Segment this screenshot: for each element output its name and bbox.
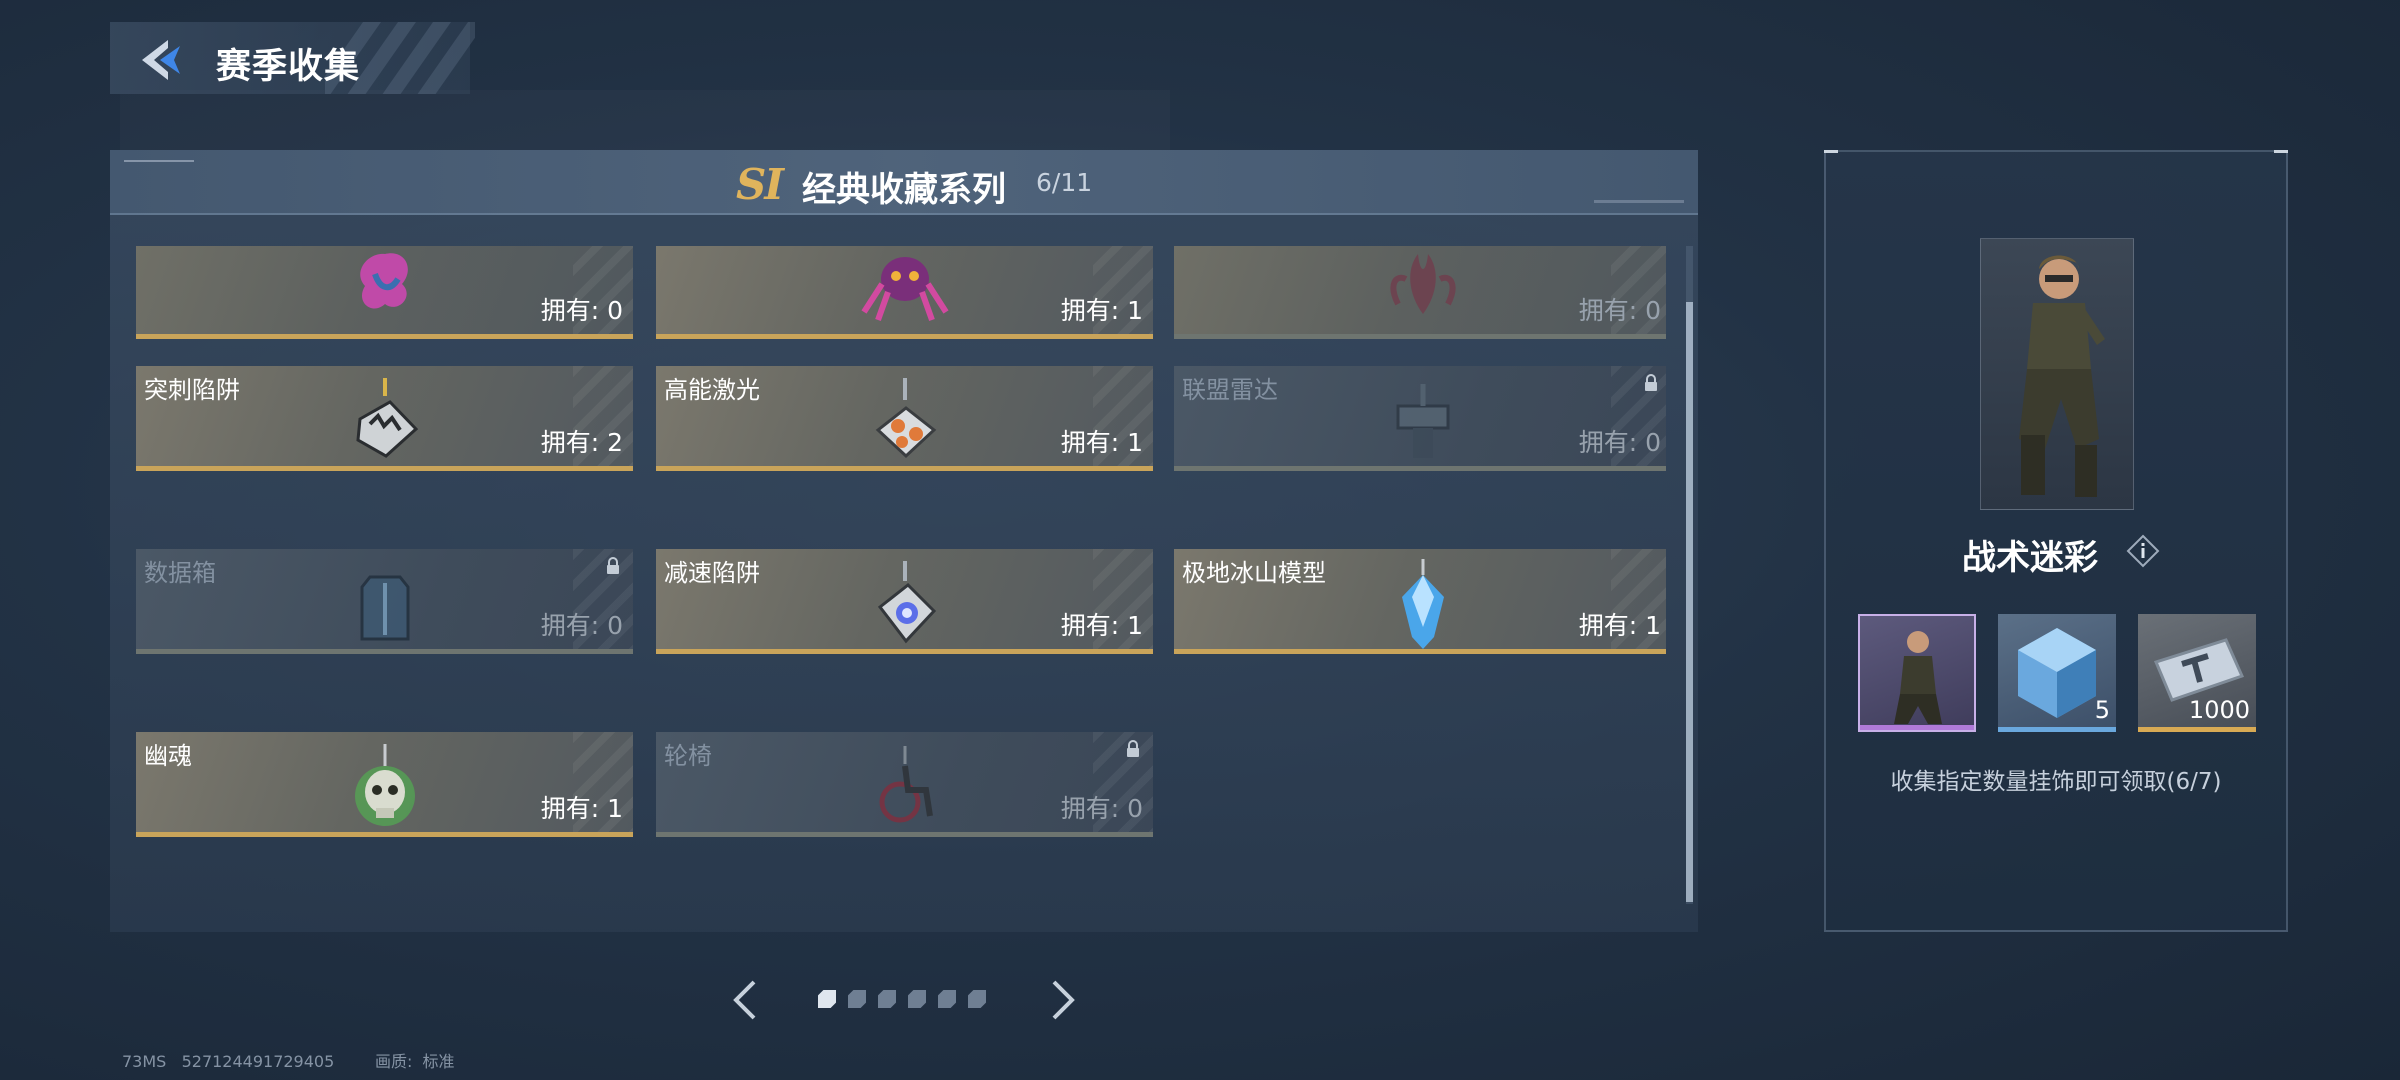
card-progress-bar: [136, 466, 633, 471]
card-progress-bar: [136, 832, 633, 837]
page-dot[interactable]: [878, 990, 896, 1008]
iceberg-icon: [1401, 559, 1444, 649]
owned-count: 拥有: 0: [540, 296, 623, 325]
collection-card[interactable]: 幽魂 拥有: 1: [136, 732, 633, 837]
owned-count: 拥有: 0: [1578, 428, 1661, 457]
series-progress: 6/11: [1036, 168, 1093, 197]
card-progress-bar: [136, 334, 633, 339]
collection-card[interactable]: 突刺陷阱 拥有: 2: [136, 366, 633, 471]
rarity-bar: [1860, 725, 1974, 730]
collection-card[interactable]: 减速陷阱 拥有: 1: [656, 549, 1153, 654]
rarity-bar: [1998, 727, 2116, 732]
owned-count: 拥有: 0: [1578, 296, 1661, 325]
card-name: 极地冰山模型: [1182, 559, 1326, 587]
owned-count: 拥有: 1: [1578, 611, 1661, 640]
spike-trap-icon: [355, 378, 418, 458]
collection-card[interactable]: 极地冰山模型 拥有: 1: [1174, 549, 1666, 654]
page-indicator: [818, 990, 986, 1010]
card-progress-bar: [656, 832, 1153, 837]
chevron-left-icon[interactable]: [728, 978, 762, 1022]
card-progress-bar: [136, 649, 633, 654]
collection-grid[interactable]: 拥有: 0 拥有: 1 拥有: 0 突刺陷阱 拥有: 2 高能激光 拥有: 1 …: [136, 246, 1666, 908]
collection-panel: SI 经典收藏系列 6/11 拥有: 0 拥有: 1 拥有: 0 突刺陷阱 拥有…: [110, 150, 1698, 932]
reward-item[interactable]: [1858, 614, 1976, 732]
reward-quantity: 5: [2094, 696, 2110, 724]
character-skin-icon: [1894, 631, 1942, 724]
character-portrait-icon: [2019, 255, 2105, 497]
card-name: 轮椅: [664, 742, 712, 770]
purple-spider-icon: [860, 257, 949, 322]
header-line-decoration: [124, 160, 194, 162]
panel-corner: [2274, 150, 2288, 153]
panel-corner: [1824, 150, 1838, 153]
pink-flower-icon: [359, 253, 408, 309]
reward-title: 战术迷彩: [1962, 538, 2098, 578]
owned-count: 拥有: 1: [1060, 296, 1143, 325]
page-dot[interactable]: [968, 990, 986, 1008]
collection-card[interactable]: 联盟雷达 拥有: 0: [1174, 366, 1666, 471]
rarity-bar: [2138, 727, 2256, 732]
debug-info: 73MS 527124491729405 画质: 标准: [122, 1052, 455, 1071]
top-header: 赛季收集: [110, 22, 475, 94]
laser-device-icon: [875, 378, 936, 459]
owned-count: 拥有: 0: [1060, 794, 1143, 823]
lock-icon: [607, 557, 619, 574]
grid-scrollbar[interactable]: [1686, 246, 1693, 904]
collection-card[interactable]: 拥有: 1: [656, 246, 1153, 339]
owned-count: 拥有: 1: [1060, 428, 1143, 457]
collection-card[interactable]: 数据箱 拥有: 0: [136, 549, 633, 654]
header-line-decoration: [1594, 200, 1684, 203]
card-progress-bar: [656, 466, 1153, 471]
reward-item[interactable]: 5: [1998, 614, 2116, 732]
card-progress-bar: [1174, 334, 1666, 339]
background-streak: [120, 90, 1170, 150]
radar-icon: [1396, 384, 1449, 458]
card-progress-bar: [656, 649, 1153, 654]
card-name: 幽魂: [144, 742, 192, 770]
red-tentacle-icon: [1390, 254, 1455, 314]
card-name: 联盟雷达: [1182, 376, 1278, 404]
series-header: SI 经典收藏系列 6/11: [110, 150, 1698, 215]
wheelchair-icon: [879, 746, 933, 823]
chevron-right-icon[interactable]: [1046, 978, 1080, 1022]
slow-trap-icon: [877, 561, 936, 644]
collection-card[interactable]: 拥有: 0: [1174, 246, 1666, 339]
reward-item-list: 5 1000: [1858, 614, 2256, 732]
page-title: 赛季收集: [216, 47, 361, 87]
reward-quantity: 1000: [2188, 696, 2250, 724]
owned-count: 拥有: 0: [540, 611, 623, 640]
owned-count: 拥有: 1: [1060, 611, 1143, 640]
reward-panel: 战术迷彩 5 1000 收集指定数量挂饰即可领取(6/7): [1824, 150, 2288, 932]
reward-description: 收集指定数量挂饰即可领取(6/7): [1890, 769, 2222, 795]
card-name: 突刺陷阱: [144, 376, 240, 404]
page-dot[interactable]: [848, 990, 866, 1008]
page-dot[interactable]: [818, 990, 836, 1008]
owned-count: 拥有: 1: [540, 794, 623, 823]
lock-icon: [1127, 740, 1139, 757]
card-name: 高能激光: [664, 376, 760, 404]
reward-portrait: [1980, 238, 2134, 510]
owned-count: 拥有: 2: [540, 428, 623, 457]
collection-card[interactable]: 拥有: 0: [136, 246, 633, 339]
card-name: 减速陷阱: [664, 559, 760, 587]
card-progress-bar: [1174, 649, 1666, 654]
collection-card[interactable]: 轮椅 拥有: 0: [656, 732, 1153, 837]
card-progress-bar: [1174, 466, 1666, 471]
card-progress-bar: [656, 334, 1153, 339]
green-skull-icon: [354, 744, 415, 826]
collection-card[interactable]: 高能激光 拥有: 1: [656, 366, 1153, 471]
series-title: 经典收藏系列: [802, 170, 1006, 210]
info-icon[interactable]: [2126, 534, 2160, 568]
lock-icon: [1645, 374, 1657, 391]
data-box-icon: [360, 575, 409, 641]
card-name: 数据箱: [144, 559, 216, 587]
page-dot[interactable]: [938, 990, 956, 1008]
back-arrow-icon[interactable]: [138, 36, 186, 84]
season-badge: SI: [736, 160, 784, 209]
scroll-thumb[interactable]: [1686, 302, 1693, 902]
page-dot[interactable]: [908, 990, 926, 1008]
reward-item[interactable]: 1000: [2138, 614, 2256, 732]
